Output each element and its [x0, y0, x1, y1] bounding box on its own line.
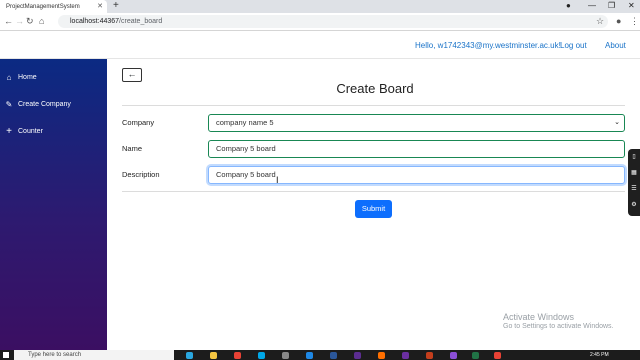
name-label: Name: [122, 144, 143, 153]
logout-link[interactable]: Log out: [560, 41, 587, 50]
back-nav-icon[interactable]: ←: [4, 15, 13, 28]
watermark-subtitle: Go to Settings to activate Windows.: [503, 323, 614, 330]
page-title: Create Board: [336, 81, 414, 96]
description-input[interactable]: Company 5 board: [208, 166, 625, 184]
edge-icon[interactable]: [186, 352, 193, 359]
powerpoint-icon[interactable]: [426, 352, 433, 359]
window-close-icon[interactable]: ✕: [628, 0, 635, 12]
sidebar-item-label: Counter: [18, 127, 43, 135]
forward-nav-icon[interactable]: →: [15, 15, 24, 28]
about-link[interactable]: About: [605, 41, 626, 50]
name-input[interactable]: Company 5 board: [208, 140, 625, 158]
taskbar-search[interactable]: Type here to search: [14, 350, 174, 360]
grid-icon[interactable]: ▦: [628, 165, 640, 181]
word-icon[interactable]: [330, 352, 337, 359]
taskbar: Type here to search 2:45 PM: [0, 350, 640, 360]
chevron-down-icon: ⌄: [614, 119, 620, 126]
file-explorer-icon[interactable]: [210, 352, 217, 359]
close-icon[interactable]: ✕: [97, 2, 103, 10]
reload-icon[interactable]: ↻: [26, 15, 34, 28]
browser-toolbar: ← → ↻ ⌂ localhost:44367/create_board ☆ ●…: [0, 13, 640, 31]
submit-button[interactable]: Submit: [355, 200, 392, 218]
app-navbar: Hello, w1742343@my.westminster.ac.uk! Lo…: [0, 32, 640, 59]
sidebar-item-home[interactable]: ⌂ Home: [0, 69, 107, 85]
company-select-value: company name 5: [216, 118, 274, 127]
mail-icon[interactable]: [306, 352, 313, 359]
side-toolbar: ▯ ▦ ☰ ⚙: [628, 149, 640, 216]
star-icon[interactable]: ☆: [596, 15, 604, 28]
home-nav-icon[interactable]: ⌂: [39, 15, 44, 28]
sidebar-item-counter[interactable]: + Counter: [0, 123, 107, 139]
watermark-title: Activate Windows: [503, 312, 575, 322]
user-greeting-link[interactable]: Hello, w1742343@my.westminster.ac.uk!: [415, 41, 561, 50]
sidebar-item-create-company[interactable]: ✎ Create Company: [0, 96, 107, 112]
plus-icon: +: [6, 125, 12, 137]
description-input-value: Company 5 board: [216, 170, 276, 179]
address-bar[interactable]: localhost:44367/create_board: [58, 15, 608, 28]
list-icon[interactable]: ☰: [628, 181, 640, 197]
name-input-value: Company 5 board: [216, 144, 276, 153]
vs-icon[interactable]: [450, 352, 457, 359]
home-icon: ⌂: [6, 72, 12, 82]
text-cursor-icon: I: [276, 175, 279, 185]
browser-tab[interactable]: ProjectManagementSystem ✕: [0, 0, 107, 13]
chrome-active-icon[interactable]: [494, 352, 501, 359]
profile-icon[interactable]: ●: [566, 0, 571, 12]
back-button[interactable]: ←: [122, 68, 142, 82]
menu-icon[interactable]: ⋮: [630, 15, 639, 28]
new-tab-button[interactable]: +: [113, 0, 119, 12]
visual-studio-icon[interactable]: [402, 352, 409, 359]
url-host: localhost:44367: [70, 18, 120, 25]
restore-icon[interactable]: ❐: [608, 0, 615, 12]
description-label: Description: [122, 170, 160, 179]
company-select[interactable]: company name 5 ⌄: [208, 114, 625, 132]
settings-icon[interactable]: ⚙: [628, 197, 640, 213]
minimize-icon[interactable]: —: [588, 0, 596, 12]
arrow-left-icon: ←: [127, 69, 137, 79]
pencil-icon: ✎: [5, 99, 13, 109]
url-path: /create_board: [119, 18, 163, 25]
divider: [122, 191, 625, 192]
excel-icon[interactable]: [472, 352, 479, 359]
windows-start-icon[interactable]: [3, 352, 9, 358]
taskbar-search-placeholder: Type here to search: [28, 352, 82, 358]
divider: [122, 105, 625, 106]
teams-icon[interactable]: [354, 352, 361, 359]
sidebar-item-label: Home: [18, 73, 37, 81]
browser-tabstrip: ProjectManagementSystem ✕ + ● — ❐ ✕: [0, 0, 640, 13]
company-label: Company: [122, 118, 155, 127]
account-icon[interactable]: ●: [616, 15, 621, 28]
tab-title: ProjectManagementSystem: [6, 3, 80, 10]
chrome-icon[interactable]: [234, 352, 241, 359]
app-icon[interactable]: [282, 352, 289, 359]
skype-icon[interactable]: [258, 352, 265, 359]
clock: 2:45 PM: [590, 352, 609, 358]
sidebar-item-label: Create Company: [18, 100, 71, 108]
sidebar: ⌂ Home ✎ Create Company + Counter: [0, 59, 107, 350]
document-icon[interactable]: ▯: [628, 149, 640, 165]
firefox-icon[interactable]: [378, 352, 385, 359]
